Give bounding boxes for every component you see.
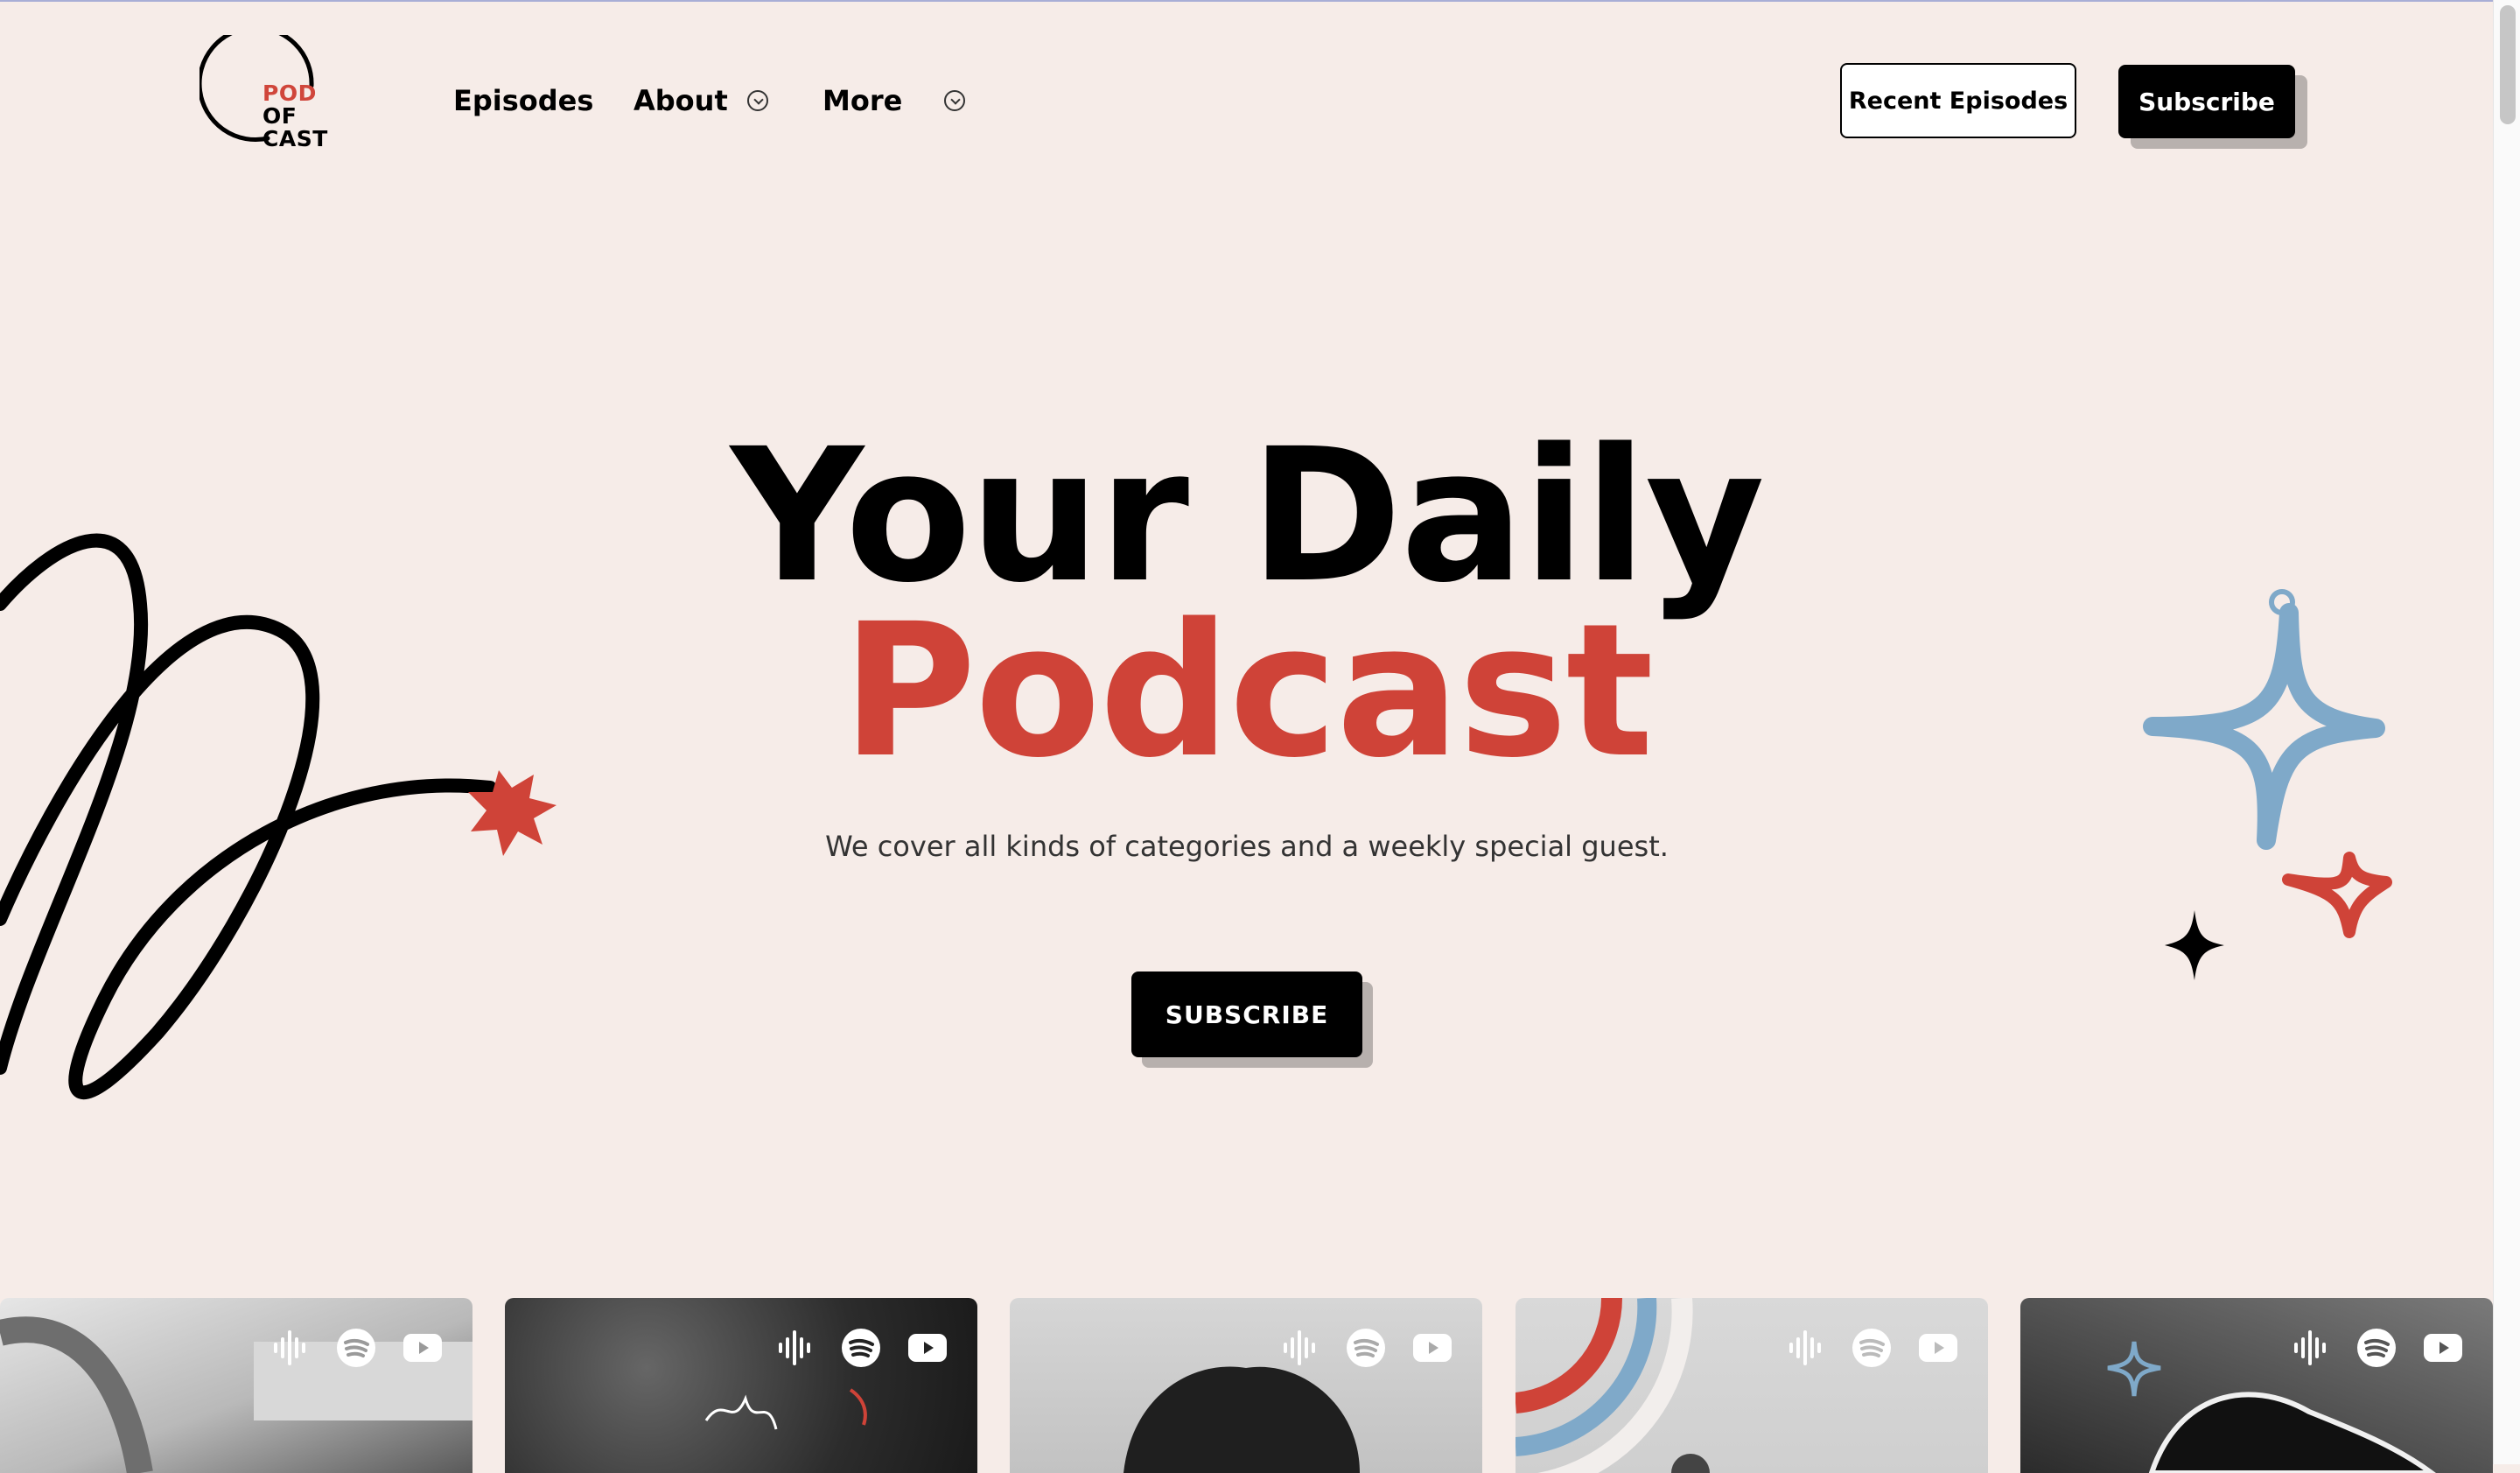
window-top-edge xyxy=(0,0,2494,2)
episode-card[interactable] xyxy=(1516,1298,1988,1473)
episode-card[interactable] xyxy=(2020,1298,2493,1473)
episode-thumbnail xyxy=(1124,1366,1360,1473)
header-subscribe-button[interactable]: Subscribe xyxy=(2118,65,2295,138)
chevron-down-icon[interactable] xyxy=(746,90,768,111)
spotify-icon[interactable] xyxy=(841,1328,881,1368)
hero-title-line2: Podcast xyxy=(841,584,1654,798)
spotify-icon[interactable] xyxy=(336,1328,376,1368)
nav-item-about[interactable]: About xyxy=(634,79,768,123)
spotify-icon[interactable] xyxy=(2356,1328,2397,1368)
apple-podcasts-icon[interactable] xyxy=(270,1328,310,1368)
episode-card[interactable] xyxy=(1010,1298,1482,1473)
episode-thumbnail xyxy=(704,1388,867,1430)
episode-thumbnail xyxy=(1516,1298,1710,1473)
subscribe-button-group[interactable]: Subscribe xyxy=(2118,65,2307,149)
youtube-icon[interactable] xyxy=(907,1328,948,1368)
youtube-icon[interactable] xyxy=(402,1328,443,1368)
logo-wordmark: POD OF CAST xyxy=(262,82,328,151)
hero-subscribe-group[interactable]: SUBSCRIBE xyxy=(1131,971,1373,1068)
chevron-down-icon[interactable] xyxy=(944,90,966,111)
nav-episodes-label: Episodes xyxy=(453,84,594,117)
apple-podcasts-icon[interactable] xyxy=(2290,1328,2330,1368)
nav-item-episodes[interactable]: Episodes xyxy=(453,79,593,123)
site-logo[interactable]: POD OF CAST xyxy=(197,25,340,158)
episode-card[interactable] xyxy=(505,1298,977,1473)
episode-thumbnail xyxy=(0,1316,472,1473)
youtube-icon[interactable] xyxy=(2423,1328,2463,1368)
red-sparkle-icon xyxy=(2282,852,2392,938)
hero-subscribe-button[interactable]: SUBSCRIBE xyxy=(1131,971,1362,1057)
black-sparkle-icon xyxy=(2165,910,2224,980)
logo-line-pod: POD xyxy=(262,81,317,106)
hero-subtitle: We cover all kinds of categories and a w… xyxy=(825,830,1669,863)
episode-card[interactable] xyxy=(0,1298,472,1473)
recent-episodes-button[interactable]: Recent Episodes xyxy=(1840,63,2076,138)
logo-line-cast: CAST xyxy=(262,126,328,151)
nav-about-label: About xyxy=(634,84,728,117)
page-scrollbar[interactable] xyxy=(2493,0,2520,1464)
scrollbar-thumb[interactable] xyxy=(2500,5,2516,124)
nav-item-more[interactable]: More xyxy=(822,79,966,123)
youtube-icon[interactable] xyxy=(1412,1328,1452,1368)
youtube-icon[interactable] xyxy=(1918,1328,1958,1368)
spotify-icon[interactable] xyxy=(1852,1328,1892,1368)
apple-podcasts-icon[interactable] xyxy=(1279,1328,1320,1368)
logo-line-of: OF xyxy=(262,103,298,129)
nav-more-label: More xyxy=(822,84,903,117)
spotify-icon[interactable] xyxy=(1346,1328,1386,1368)
apple-podcasts-icon[interactable] xyxy=(1785,1328,1825,1368)
apple-podcasts-icon[interactable] xyxy=(774,1328,815,1368)
episode-thumbnail xyxy=(2107,1341,2437,1473)
